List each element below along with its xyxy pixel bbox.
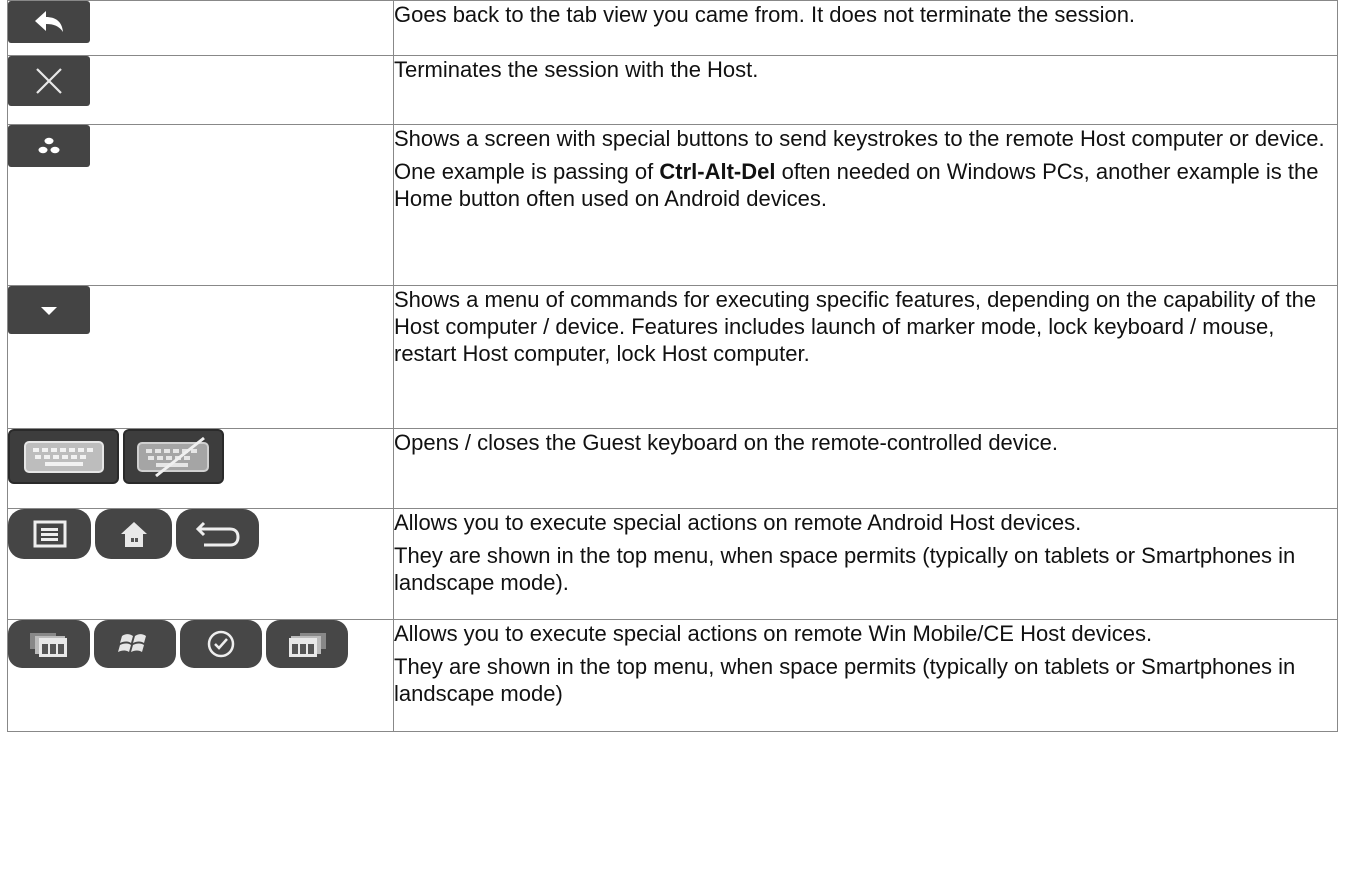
- description-cell: Shows a menu of commands for executing s…: [393, 285, 1338, 429]
- table-row: Allows you to execute special actions on…: [7, 619, 1338, 732]
- description-text: One example is passing of Ctrl-Alt-Del o…: [394, 158, 1337, 212]
- ok-check-icon: [180, 620, 262, 668]
- description-text: Shows a screen with special buttons to s…: [394, 126, 1325, 151]
- description-text: Shows a menu of commands for executing s…: [394, 287, 1317, 366]
- description-text: Allows you to execute special actions on…: [394, 510, 1082, 535]
- bold-text: Ctrl-Alt-Del: [659, 159, 776, 184]
- description-text: Allows you to execute special actions on…: [394, 621, 1153, 646]
- special-keys-icon: [8, 125, 90, 167]
- keyboard-open-icon: [8, 429, 119, 484]
- table-row: Goes back to the tab view you came from.…: [7, 0, 1338, 56]
- description-cell: Allows you to execute special actions on…: [393, 619, 1338, 732]
- winmobile-right-softkey-icon: [266, 620, 348, 668]
- text-run: One example is passing of: [394, 159, 660, 184]
- windows-start-icon: [94, 620, 176, 668]
- icon-cell: [7, 508, 394, 620]
- icon-cell: [7, 285, 394, 429]
- description-cell: Shows a screen with special buttons to s…: [393, 124, 1338, 286]
- keyboard-close-icon: [123, 429, 224, 484]
- table-row: Terminates the session with the Host.: [7, 55, 1338, 125]
- close-icon: [8, 56, 90, 106]
- winmobile-left-softkey-icon: [8, 620, 90, 668]
- icon-reference-table: Goes back to the tab view you came from.…: [7, 0, 1338, 732]
- android-home-icon: [95, 509, 172, 559]
- dropdown-menu-icon: [8, 286, 90, 334]
- description-text: Goes back to the tab view you came from.…: [394, 2, 1136, 27]
- description-text: Terminates the session with the Host.: [394, 57, 759, 82]
- description-cell: Allows you to execute special actions on…: [393, 508, 1338, 620]
- back-arrow-icon: [8, 1, 90, 43]
- description-cell: Goes back to the tab view you came from.…: [393, 0, 1338, 56]
- description-text: They are shown in the top menu, when spa…: [394, 654, 1296, 706]
- table-row: Shows a screen with special buttons to s…: [7, 124, 1338, 286]
- icon-cell: [7, 0, 394, 56]
- description-text: They are shown in the top menu, when spa…: [394, 543, 1296, 595]
- android-back-icon: [176, 509, 259, 559]
- icon-cell: [7, 619, 394, 732]
- description-text: Opens / closes the Guest keyboard on the…: [394, 430, 1059, 455]
- description-cell: Terminates the session with the Host.: [393, 55, 1338, 125]
- icon-cell: [7, 55, 394, 125]
- icon-cell: [7, 124, 394, 286]
- table-row: Allows you to execute special actions on…: [7, 508, 1338, 620]
- icon-cell: [7, 428, 394, 509]
- table-row: Opens / closes the Guest keyboard on the…: [7, 428, 1338, 509]
- android-menu-icon: [8, 509, 91, 559]
- description-cell: Opens / closes the Guest keyboard on the…: [393, 428, 1338, 509]
- table-row: Shows a menu of commands for executing s…: [7, 285, 1338, 429]
